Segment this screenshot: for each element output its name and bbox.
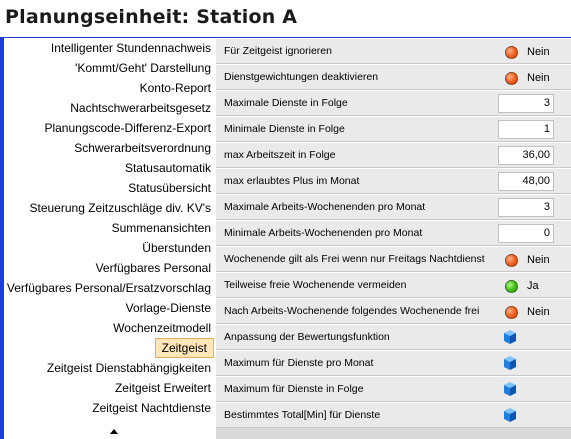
setting-toggle-value: Ja — [527, 280, 539, 292]
setting-value-field[interactable]: 36,00 — [498, 146, 554, 165]
setting-label: Bestimmtes Total[Min] für Dienste — [224, 409, 381, 421]
setting-row[interactable]: max Arbeitszeit in Folge 36,00 — [216, 142, 571, 168]
red-status-dot-icon — [505, 45, 518, 59]
sidebar-item[interactable]: 'Kommt/Geht' Darstellung — [75, 58, 211, 78]
settings-grid: Für Zeitgeist ignorieren Nein Dienstgewich… — [216, 37, 571, 439]
setting-toggle-value: Nein — [527, 46, 550, 58]
setting-value-field[interactable]: 1 — [498, 120, 554, 139]
setting-label: Teilweise freie Wochenende vermeiden — [224, 279, 407, 291]
setting-row[interactable]: Wochenende gilt als Frei wenn nur Freita… — [216, 246, 571, 272]
setting-toggle-value: Nein — [527, 306, 550, 318]
setting-toggle-value: Nein — [527, 72, 550, 84]
blue-cube-icon[interactable] — [503, 381, 517, 397]
sidebar-item[interactable]: Vorlage-Dienste — [126, 298, 211, 318]
setting-row[interactable]: Minimale Arbeits-Wochenenden pro Monat 0 — [216, 220, 571, 246]
setting-row[interactable]: Teilweise freie Wochenende vermeiden Ja — [216, 272, 571, 298]
sidebar-item[interactable]: Verfügbares Personal/Ersatzvorschlag — [7, 278, 211, 298]
setting-label: Maximum für Dienste pro Monat — [224, 357, 374, 369]
setting-value-field[interactable]: 3 — [498, 94, 554, 113]
setting-value-field[interactable]: 3 — [498, 198, 554, 217]
sidebar-item[interactable]: Zeitgeist Nachtdienste — [92, 398, 211, 418]
setting-value-field[interactable]: 48,00 — [498, 172, 554, 191]
setting-toggle[interactable]: Nein — [505, 252, 550, 268]
blue-cube-icon[interactable] — [503, 355, 517, 371]
setting-label: Maximum für Dienste in Folge — [224, 383, 364, 395]
setting-row[interactable]: Maximale Arbeits-Wochenenden pro Monat 3 — [216, 194, 571, 220]
setting-label: Maximale Dienste in Folge — [224, 97, 348, 109]
blue-cube-icon[interactable] — [503, 329, 517, 345]
setting-label: Für Zeitgeist ignorieren — [224, 45, 332, 57]
sidebar-item[interactable]: Planungscode-Differenz-Export — [44, 118, 211, 138]
setting-toggle[interactable]: Ja — [505, 278, 539, 294]
setting-row[interactable]: Für Zeitgeist ignorieren Nein — [216, 38, 571, 64]
scroll-up-arrow-icon[interactable] — [110, 429, 118, 434]
setting-label: Anpassung der Bewertungsfunktion — [224, 331, 390, 343]
sidebar-item[interactable]: Zeitgeist — [154, 338, 214, 358]
sidebar-item[interactable]: Steuerung Zeitzuschläge div. KV's — [30, 198, 212, 218]
sidebar-item[interactable]: Nachtschwerarbeitsgesetz — [70, 98, 211, 118]
setting-label: max erlaubtes Plus im Monat — [224, 175, 360, 187]
setting-label: Maximale Arbeits-Wochenenden pro Monat — [224, 201, 426, 213]
sidebar-item[interactable]: Überstunden — [142, 238, 211, 258]
setting-value-field[interactable]: 0 — [498, 224, 554, 243]
sidebar-item[interactable]: Verfügbares Personal — [96, 258, 211, 278]
setting-toggle[interactable]: Nein — [505, 304, 550, 320]
setting-row[interactable]: Bestimmtes Total[Min] für Dienste — [216, 402, 571, 428]
blue-cube-icon[interactable] — [503, 407, 517, 423]
sidebar-item[interactable]: Statusübersicht — [128, 178, 211, 198]
setting-row[interactable]: Nach Arbeits-Wochenende folgendes Wochen… — [216, 298, 571, 324]
sidebar-item[interactable]: Schwerarbeitsverordnung — [74, 138, 211, 158]
red-status-dot-icon — [505, 305, 518, 319]
setting-label: Dienstgewichtungen deaktivieren — [224, 71, 379, 83]
green-status-dot-icon — [505, 279, 518, 293]
setting-row[interactable]: max erlaubtes Plus im Monat 48,00 — [216, 168, 571, 194]
sidebar-item[interactable]: Statusautomatik — [125, 158, 211, 178]
sidebar-item[interactable]: Intelligenter Stundennachweis — [51, 38, 211, 58]
page-title: Planungseinheit: Station A — [0, 0, 571, 37]
sidebar-item[interactable]: Summenansichten — [112, 218, 211, 238]
sidebar-item[interactable]: Zeitgeist Erweitert — [115, 378, 211, 398]
sidebar-item[interactable]: Wochenzeitmodell — [113, 318, 211, 338]
sidebar-item[interactable]: Zeitgeist Dienstabhängigkeiten — [47, 358, 211, 378]
setting-toggle[interactable]: Nein — [505, 70, 550, 86]
setting-row[interactable]: Maximum für Dienste pro Monat — [216, 350, 571, 376]
setting-toggle-value: Nein — [527, 254, 550, 266]
setting-row[interactable]: Maximum für Dienste in Folge — [216, 376, 571, 402]
setting-label: max Arbeitszeit in Folge — [224, 149, 336, 161]
setting-label: Nach Arbeits-Wochenende folgendes Wochen… — [224, 305, 480, 317]
setting-row[interactable]: Dienstgewichtungen deaktivieren Nein — [216, 64, 571, 90]
setting-label: Minimale Dienste in Folge — [224, 123, 345, 135]
sidebar: Intelligenter Stundennachweis 'Kommt/Geht… — [0, 37, 216, 439]
setting-toggle[interactable]: Nein — [505, 44, 550, 60]
red-status-dot-icon — [505, 253, 518, 267]
setting-label: Minimale Arbeits-Wochenenden pro Monat — [224, 227, 423, 239]
setting-label: Wochenende gilt als Frei wenn nur Freita… — [224, 253, 485, 265]
setting-row[interactable]: Maximale Dienste in Folge 3 — [216, 90, 571, 116]
red-status-dot-icon — [505, 71, 518, 85]
sidebar-item[interactable]: Konto-Report — [140, 78, 211, 98]
setting-row[interactable]: Minimale Dienste in Folge 1 — [216, 116, 571, 142]
setting-row[interactable]: Anpassung der Bewertungsfunktion — [216, 324, 571, 350]
